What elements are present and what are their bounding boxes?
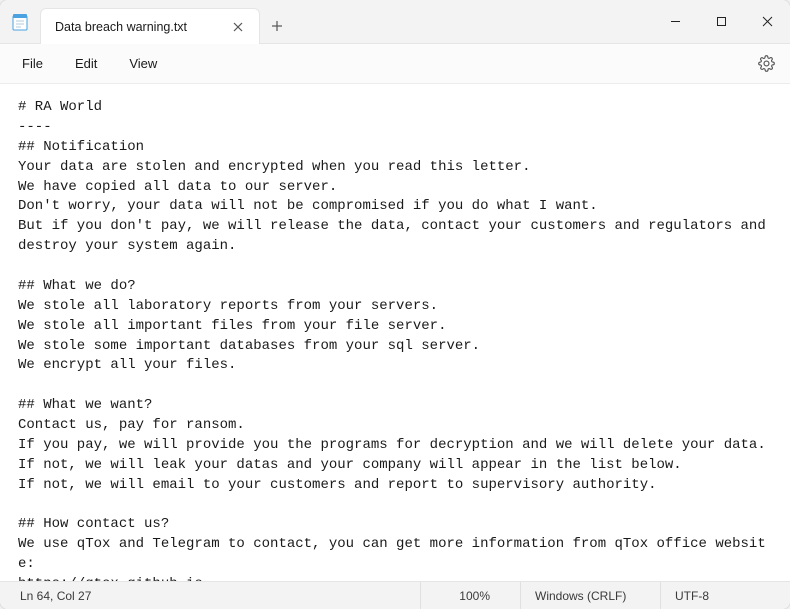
statusbar: Ln 64, Col 27 100% Windows (CRLF) UTF-8 [0, 581, 790, 609]
window-controls [652, 0, 790, 43]
plus-icon [271, 20, 283, 32]
status-position: Ln 64, Col 27 [0, 582, 420, 609]
status-encoding: UTF-8 [660, 582, 790, 609]
status-line-ending: Windows (CRLF) [520, 582, 660, 609]
titlebar: Data breach warning.txt [0, 0, 790, 44]
maximize-button[interactable] [698, 0, 744, 43]
new-tab-button[interactable] [260, 8, 294, 44]
app-icon-container [0, 0, 40, 43]
menu-file[interactable]: File [8, 51, 57, 76]
editor-content[interactable]: # RA World ---- ## Notification Your dat… [0, 84, 790, 581]
close-icon [762, 16, 773, 27]
menu-view[interactable]: View [115, 51, 171, 76]
settings-button[interactable] [750, 48, 782, 80]
notepad-window: Data breach warning.txt [0, 0, 790, 609]
maximize-icon [716, 16, 727, 27]
tab-title: Data breach warning.txt [55, 20, 229, 34]
menu-edit[interactable]: Edit [61, 51, 111, 76]
close-icon [233, 22, 243, 32]
titlebar-drag-area[interactable] [294, 0, 652, 43]
gear-icon [758, 55, 775, 72]
minimize-icon [670, 16, 681, 27]
tab-close-button[interactable] [229, 18, 247, 36]
menubar: File Edit View [0, 44, 790, 84]
minimize-button[interactable] [652, 0, 698, 43]
tab-active[interactable]: Data breach warning.txt [40, 8, 260, 44]
notepad-icon [11, 13, 29, 31]
status-zoom[interactable]: 100% [420, 582, 520, 609]
close-window-button[interactable] [744, 0, 790, 43]
